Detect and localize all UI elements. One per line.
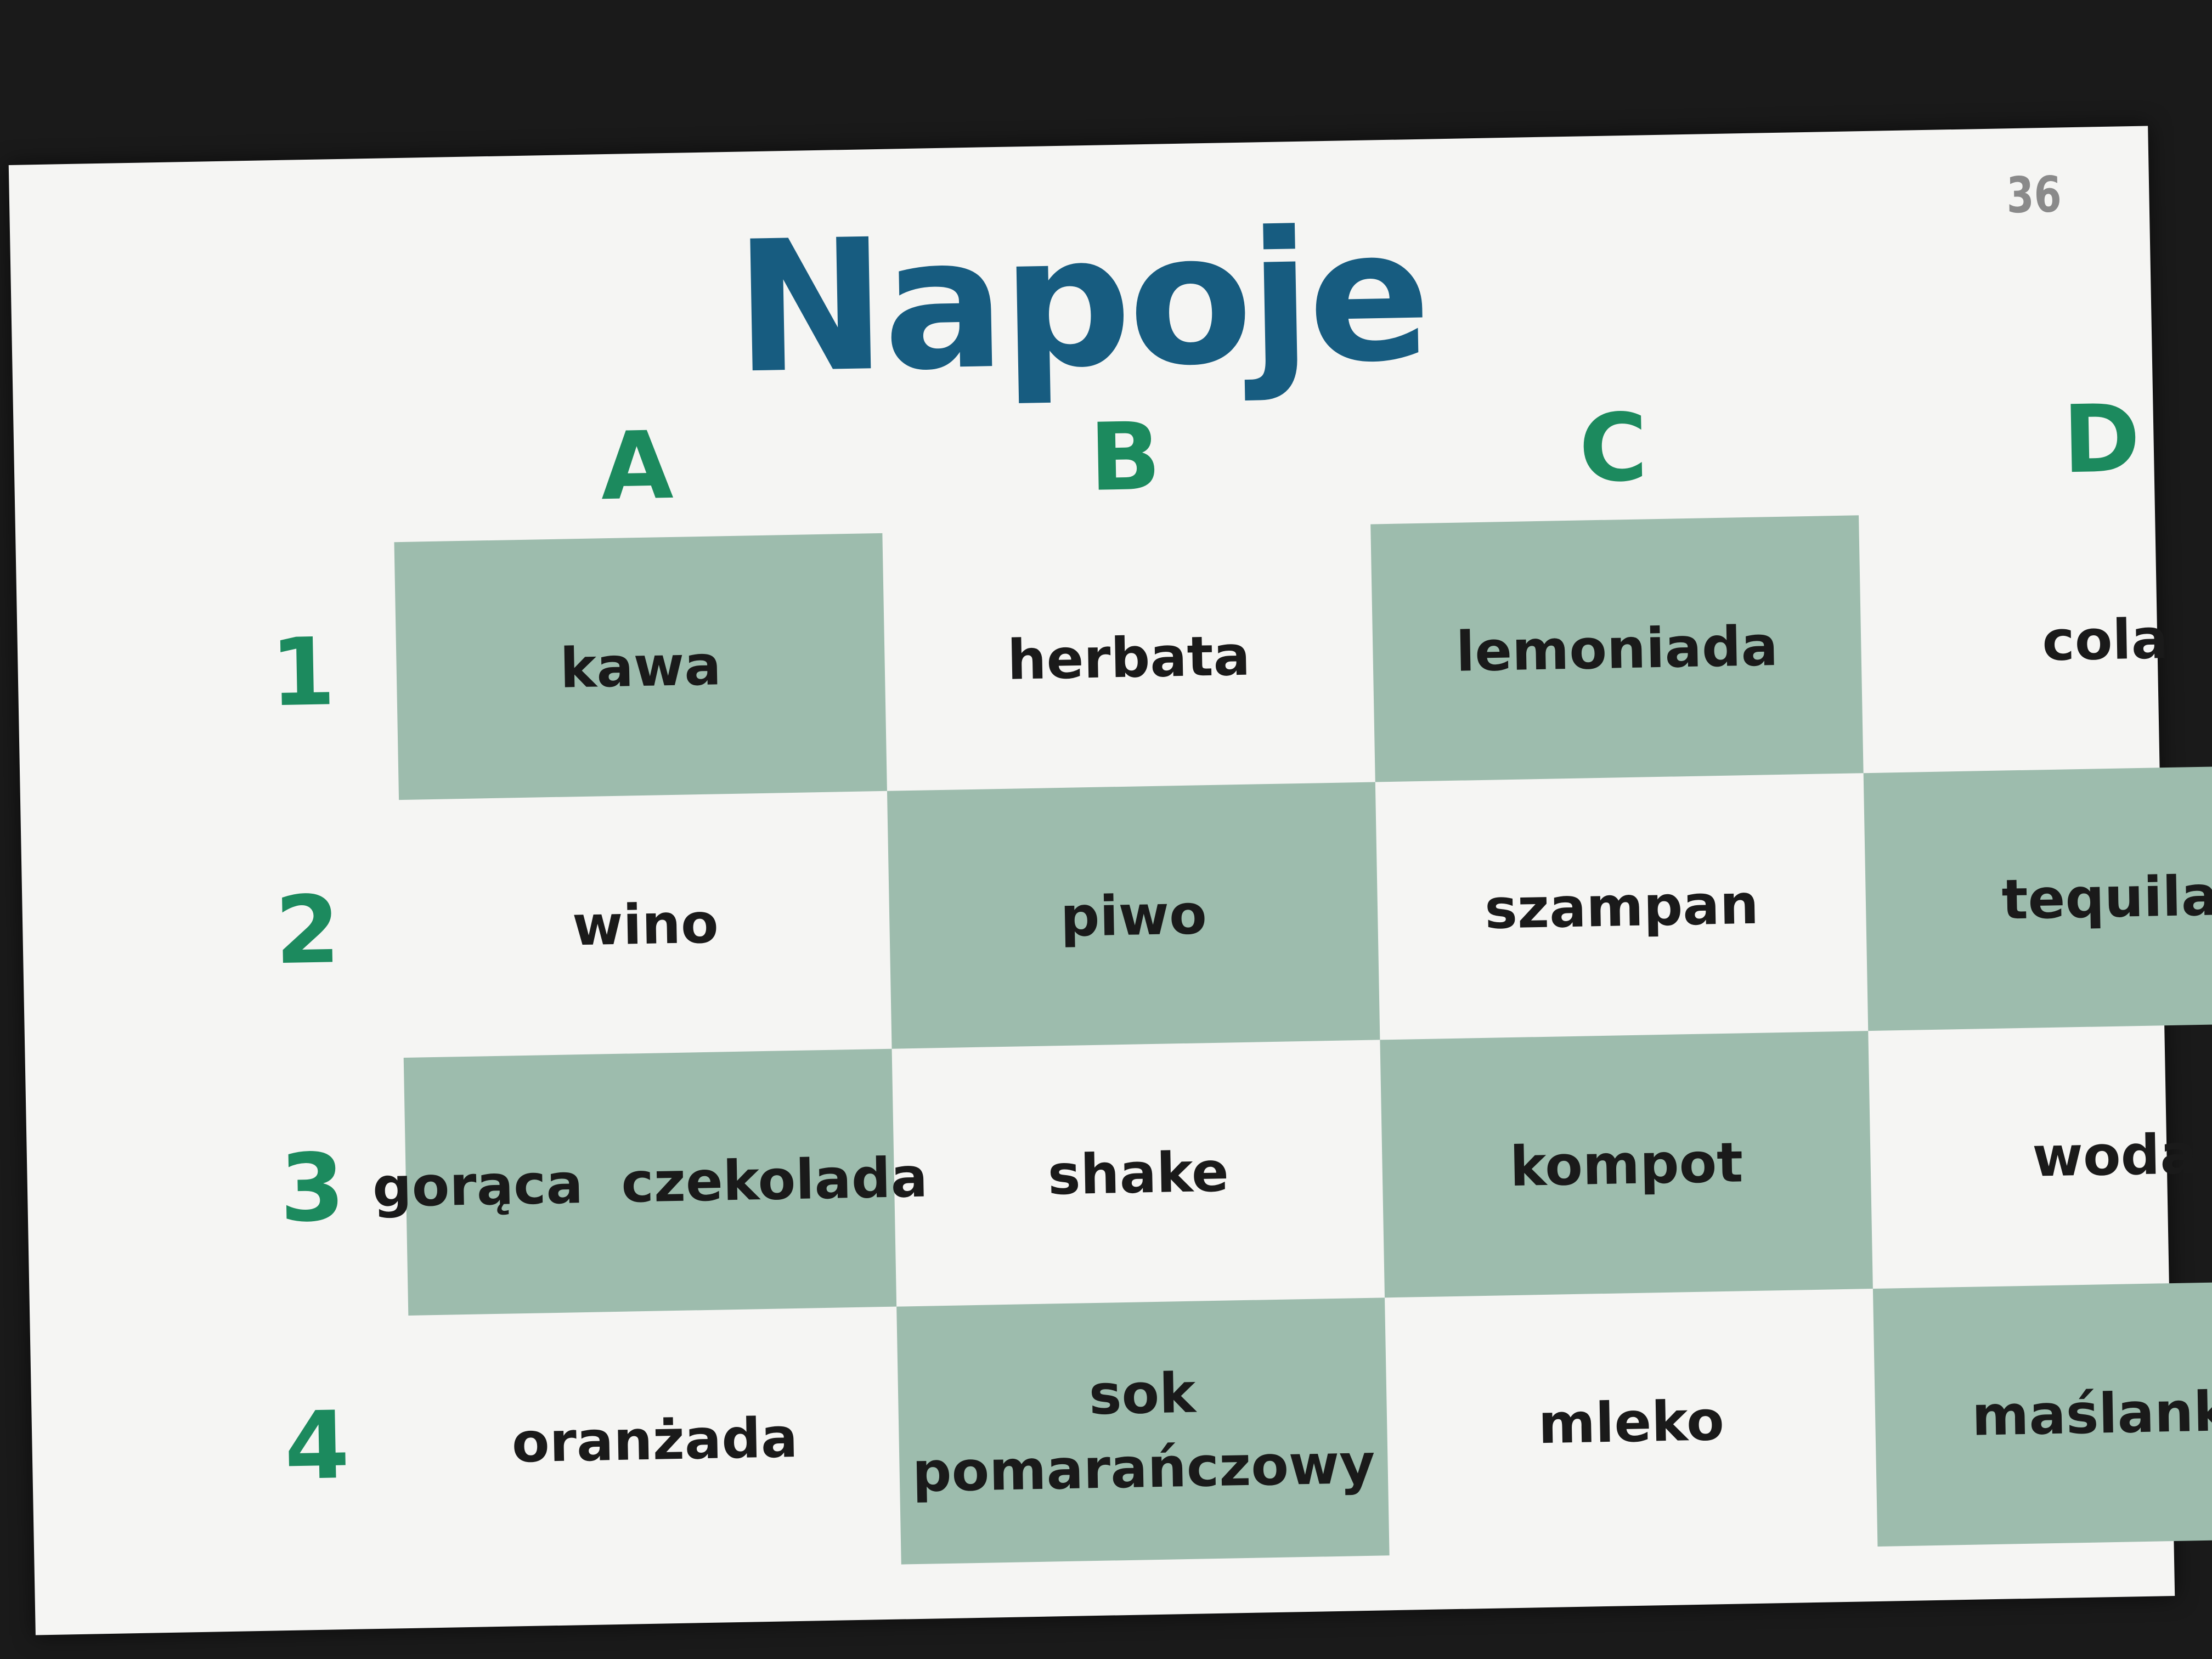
column-header-d: D bbox=[2062, 384, 2141, 495]
column-header-b: B bbox=[1088, 402, 1162, 512]
cell-d1: cola bbox=[2041, 606, 2169, 673]
cell-c1: lemoniada bbox=[1370, 515, 1864, 782]
cell-a1: kawa bbox=[394, 533, 887, 800]
row-header-4: 4 bbox=[283, 1391, 351, 1502]
vocabulary-card: 36 Napoje A B C D 1 kawa herbata lemonia… bbox=[8, 126, 2212, 1635]
cell-d2: tequila bbox=[1863, 764, 2212, 1031]
cell-c3: kompot bbox=[1380, 1031, 1873, 1298]
cell-c4: mleko bbox=[1537, 1388, 1725, 1456]
cell-b4: sok pomarańczowy bbox=[896, 1297, 1390, 1565]
cell-a4: oranżada bbox=[511, 1405, 799, 1475]
cell-a2: wino bbox=[571, 890, 719, 958]
cell-b2: piwo bbox=[887, 782, 1380, 1049]
column-header-a: A bbox=[600, 411, 674, 522]
cell-b1: herbata bbox=[1007, 623, 1251, 692]
cell-a3: gorąca czekolada bbox=[372, 1048, 928, 1316]
row-header-2: 2 bbox=[274, 876, 341, 986]
cell-c2: szampan bbox=[1484, 872, 1759, 941]
grid-corner bbox=[200, 399, 394, 545]
row-header-1: 1 bbox=[269, 618, 336, 728]
cell-b3: shake bbox=[1047, 1139, 1229, 1207]
word-grid: A B C D 1 kawa herbata lemoniada cola 2 … bbox=[200, 364, 2212, 1577]
cell-d3: woda bbox=[2032, 1121, 2198, 1189]
column-header-c: C bbox=[1578, 393, 1649, 504]
cell-d4: maślanka bbox=[1872, 1279, 2212, 1547]
